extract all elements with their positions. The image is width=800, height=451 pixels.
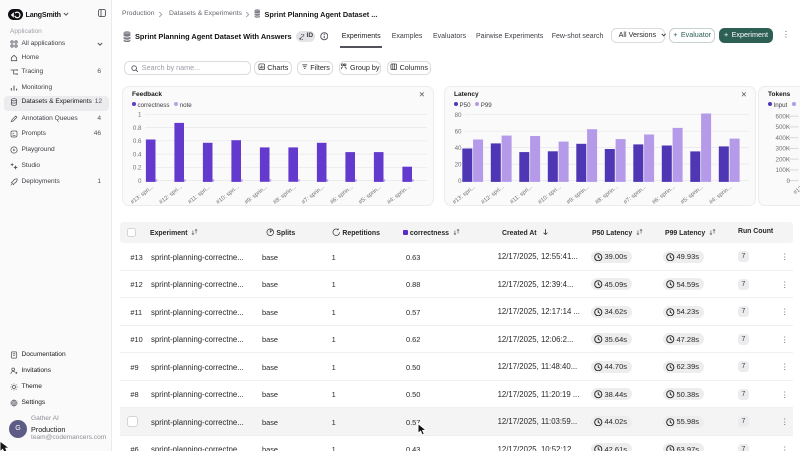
svg-text:#7: sprin...: #7: sprin...: [301, 184, 326, 205]
svg-text:#7: sprin...: #7: sprin...: [623, 184, 648, 205]
svg-text:#5: sprin...: #5: sprin...: [358, 184, 383, 205]
svg-text:500K: 500K: [776, 124, 791, 131]
svg-text:0.4: 0.4: [133, 151, 142, 158]
svg-text:#4: sprin...: #4: sprin...: [386, 184, 411, 205]
svg-text:400K: 400K: [776, 135, 791, 142]
svg-text:0.8: 0.8: [133, 125, 142, 132]
svg-text:#8: sprin...: #8: sprin...: [272, 184, 297, 205]
svg-text:#12: spri...: #12: spri...: [158, 184, 183, 205]
svg-text:#11: spri...: #11: spri...: [509, 184, 534, 205]
svg-text:#13: spri...: #13: spri...: [452, 184, 477, 205]
svg-text:40: 40: [455, 145, 462, 152]
svg-text:0.2: 0.2: [133, 165, 142, 172]
svg-text:#13:: #13:: [793, 184, 800, 196]
svg-text:#10: spri...: #10: spri...: [215, 184, 240, 205]
svg-text:300K: 300K: [776, 146, 791, 153]
svg-text:#9: sprin...: #9: sprin...: [566, 184, 591, 205]
svg-text:#12: spri...: #12: spri...: [480, 184, 505, 205]
svg-text:1: 1: [138, 112, 142, 119]
svg-text:20: 20: [455, 161, 462, 168]
svg-text:#6: sprin...: #6: sprin...: [329, 184, 354, 205]
svg-text:600K: 600K: [776, 113, 791, 120]
svg-text:#13: spri...: #13: spri...: [130, 184, 155, 205]
svg-text:0: 0: [138, 178, 142, 185]
svg-text:0: 0: [787, 178, 791, 185]
svg-text:#10: spri...: #10: spri...: [537, 184, 562, 205]
svg-text:100K: 100K: [776, 167, 791, 174]
svg-text:#6: sprin...: #6: sprin...: [651, 184, 676, 205]
svg-text:0: 0: [458, 178, 462, 185]
svg-text:#11: spri...: #11: spri...: [187, 184, 212, 205]
svg-text:0.6: 0.6: [133, 138, 142, 145]
svg-text:200K: 200K: [776, 156, 791, 163]
svg-text:#9: sprin...: #9: sprin...: [244, 184, 269, 205]
svg-text:#8: sprin...: #8: sprin...: [594, 184, 619, 205]
svg-text:60: 60: [455, 128, 462, 135]
svg-text:#4: sprin...: #4: sprin...: [708, 184, 733, 205]
svg-text:#5: sprin...: #5: sprin...: [680, 184, 705, 205]
svg-text:80: 80: [455, 112, 462, 119]
